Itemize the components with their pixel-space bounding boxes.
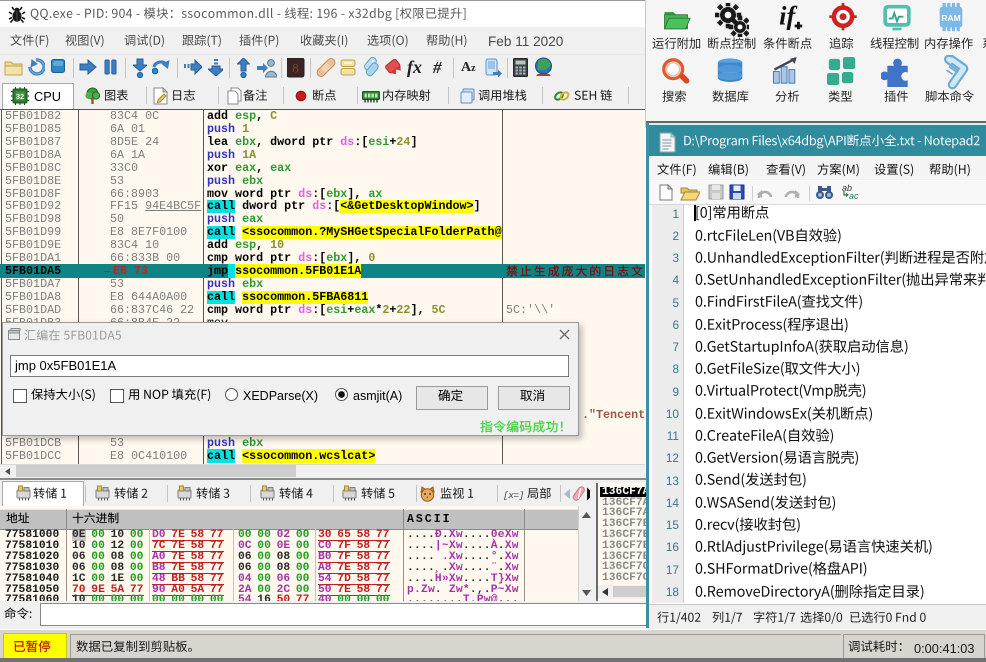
svg-text:if: if [779,2,797,31]
svg-text:ac: ac [849,191,859,201]
svg-text:RAM: RAM [941,13,960,23]
svg-text:8: 8 [292,61,299,76]
svg-text:32: 32 [16,92,24,101]
